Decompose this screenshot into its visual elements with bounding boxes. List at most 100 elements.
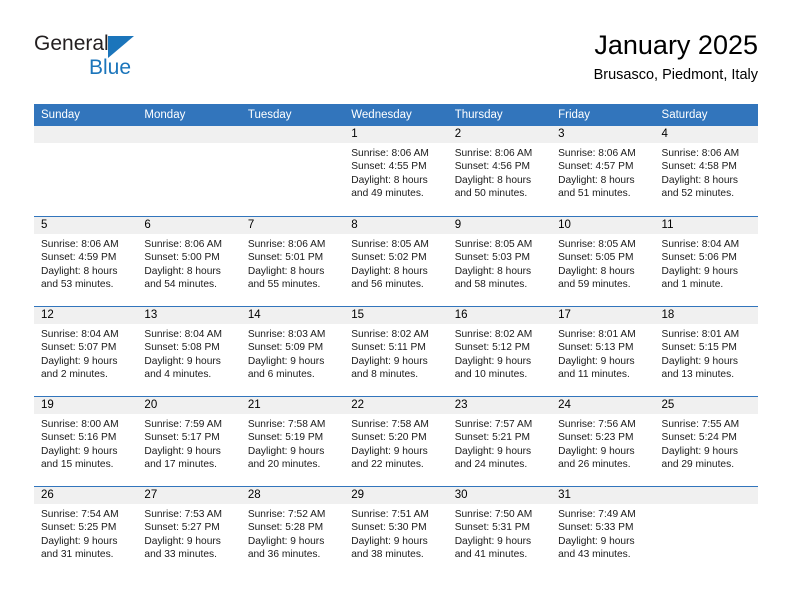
- sunset-text: Sunset: 5:08 PM: [144, 342, 220, 354]
- day-number: 12: [41, 309, 54, 321]
- daylight-text-line2: and 54 minutes.: [144, 279, 217, 291]
- sunset-text: Sunset: 5:07 PM: [41, 342, 117, 354]
- day-number: 18: [661, 309, 675, 321]
- daylight-text-line2: and 36 minutes.: [247, 549, 321, 561]
- sunrise-text: Sunrise: 7:56 AM: [558, 419, 636, 430]
- day-number: 15: [351, 309, 365, 321]
- day-cell[interactable]: 31 Sunrise: 7:49 AM Sunset: 5:33 PM Dayl…: [551, 487, 655, 576]
- day-cell: [240, 126, 345, 216]
- day-number: 28: [247, 489, 261, 501]
- day-cell[interactable]: 29 Sunrise: 7:51 AM Sunset: 5:30 PM Dayl…: [344, 487, 448, 576]
- daylight-text-line1: Daylight: 9 hours: [661, 265, 738, 277]
- weekday-header-tuesday: Tuesday: [247, 109, 292, 121]
- sunrise-text: Sunrise: 8:01 AM: [558, 329, 636, 340]
- daylight-text-line2: and 58 minutes.: [454, 279, 528, 291]
- week-row: 12 Sunrise: 8:04 AM Sunset: 5:07 PM Dayl…: [34, 306, 758, 396]
- day-details: Sunrise: 7:59 AM Sunset: 5:17 PM Dayligh…: [137, 414, 240, 472]
- weekday-header-thursday: Thursday: [454, 109, 503, 121]
- day-cell[interactable]: 11 Sunrise: 8:04 AM Sunset: 5:06 PM Dayl…: [654, 217, 758, 306]
- day-cell[interactable]: 21 Sunrise: 7:58 AM Sunset: 5:19 PM Dayl…: [240, 397, 345, 486]
- day-number-strip: 29: [344, 487, 448, 504]
- daylight-text-line1: Daylight: 9 hours: [351, 535, 428, 547]
- day-cell[interactable]: 26 Sunrise: 7:54 AM Sunset: 5:25 PM Dayl…: [34, 487, 138, 576]
- sunset-text: Sunset: 4:58 PM: [661, 161, 737, 173]
- day-cell[interactable]: 24 Sunrise: 7:56 AM Sunset: 5:23 PM Dayl…: [551, 397, 655, 486]
- day-number: 6: [144, 219, 151, 231]
- day-cell[interactable]: 22 Sunrise: 7:58 AM Sunset: 5:20 PM Dayl…: [344, 397, 448, 486]
- day-details: Sunrise: 7:58 AM Sunset: 5:20 PM Dayligh…: [344, 414, 447, 472]
- page-title: January 2025: [594, 30, 758, 60]
- sunset-text: Sunset: 5:30 PM: [351, 522, 427, 534]
- daylight-text-line1: Daylight: 8 hours: [454, 174, 532, 186]
- day-details: Sunrise: 7:51 AM Sunset: 5:30 PM Dayligh…: [344, 504, 447, 562]
- day-details: Sunrise: 8:06 AM Sunset: 4:59 PM Dayligh…: [34, 234, 137, 292]
- day-cell[interactable]: 25 Sunrise: 7:55 AM Sunset: 5:24 PM Dayl…: [654, 397, 758, 486]
- sunset-text: Sunset: 4:59 PM: [41, 252, 117, 264]
- day-cell[interactable]: 13 Sunrise: 8:04 AM Sunset: 5:08 PM Dayl…: [137, 307, 241, 396]
- sunrise-text: Sunrise: 7:59 AM: [144, 419, 223, 430]
- general-blue-logo[interactable]: General Blue: [34, 32, 154, 84]
- day-cell[interactable]: 16 Sunrise: 8:02 AM Sunset: 5:12 PM Dayl…: [447, 307, 552, 396]
- day-cell[interactable]: 3 Sunrise: 8:06 AM Sunset: 4:57 PM Dayli…: [551, 126, 655, 216]
- daylight-text-line1: Daylight: 9 hours: [144, 445, 221, 457]
- day-cell[interactable]: 6 Sunrise: 8:06 AM Sunset: 5:00 PM Dayli…: [137, 217, 241, 306]
- day-cell[interactable]: 28 Sunrise: 7:52 AM Sunset: 5:28 PM Dayl…: [240, 487, 345, 576]
- day-number-strip: 20: [137, 397, 241, 414]
- day-details: [137, 143, 240, 147]
- sunrise-text: Sunrise: 7:49 AM: [558, 509, 636, 520]
- sunrise-text: Sunrise: 8:03 AM: [247, 329, 326, 340]
- sunset-text: Sunset: 5:27 PM: [144, 522, 220, 534]
- day-number-strip: 16: [447, 307, 552, 324]
- sunset-text: Sunset: 5:33 PM: [558, 522, 634, 534]
- sunrise-text: Sunrise: 8:06 AM: [661, 148, 740, 159]
- day-cell[interactable]: 5 Sunrise: 8:06 AM Sunset: 4:59 PM Dayli…: [34, 217, 138, 306]
- day-cell[interactable]: 27 Sunrise: 7:53 AM Sunset: 5:27 PM Dayl…: [137, 487, 241, 576]
- day-number-strip: 22: [344, 397, 448, 414]
- day-cell[interactable]: 1 Sunrise: 8:06 AM Sunset: 4:55 PM Dayli…: [344, 126, 448, 216]
- sunrise-text: Sunrise: 7:58 AM: [247, 419, 326, 430]
- day-cell[interactable]: 7 Sunrise: 8:06 AM Sunset: 5:01 PM Dayli…: [240, 217, 345, 306]
- sunrise-text: Sunrise: 8:05 AM: [558, 239, 636, 250]
- day-cell[interactable]: 15 Sunrise: 8:02 AM Sunset: 5:11 PM Dayl…: [344, 307, 448, 396]
- day-details: Sunrise: 7:49 AM Sunset: 5:33 PM Dayligh…: [551, 504, 654, 562]
- day-cell[interactable]: 14 Sunrise: 8:03 AM Sunset: 5:09 PM Dayl…: [240, 307, 345, 396]
- day-cell[interactable]: 9 Sunrise: 8:05 AM Sunset: 5:03 PM Dayli…: [447, 217, 552, 306]
- sunrise-text: Sunrise: 8:05 AM: [351, 239, 429, 250]
- daylight-text-line2: and 8 minutes.: [351, 369, 419, 381]
- daylight-text-line2: and 29 minutes.: [661, 459, 735, 471]
- day-number: 5: [41, 219, 48, 231]
- day-number-strip: 11: [654, 217, 758, 234]
- day-number-strip: 10: [551, 217, 655, 234]
- day-number: 23: [454, 399, 468, 411]
- day-cell[interactable]: 8 Sunrise: 8:05 AM Sunset: 5:02 PM Dayli…: [344, 217, 448, 306]
- sunrise-text: Sunrise: 8:06 AM: [454, 148, 533, 159]
- daylight-text-line1: Daylight: 8 hours: [247, 265, 325, 277]
- day-cell[interactable]: 20 Sunrise: 7:59 AM Sunset: 5:17 PM Dayl…: [137, 397, 241, 486]
- daylight-text-line2: and 11 minutes.: [558, 369, 630, 381]
- day-cell[interactable]: 23 Sunrise: 7:57 AM Sunset: 5:21 PM Dayl…: [447, 397, 552, 486]
- day-cell[interactable]: 12 Sunrise: 8:04 AM Sunset: 5:07 PM Dayl…: [34, 307, 138, 396]
- day-cell[interactable]: 18 Sunrise: 8:01 AM Sunset: 5:15 PM Dayl…: [654, 307, 758, 396]
- day-details: Sunrise: 8:06 AM Sunset: 4:58 PM Dayligh…: [655, 143, 758, 201]
- daylight-text-line1: Daylight: 9 hours: [351, 355, 428, 367]
- day-number-strip: 5: [34, 217, 138, 234]
- day-number: 10: [558, 219, 571, 231]
- weekday-header-saturday: Saturday: [661, 109, 708, 121]
- day-details: Sunrise: 7:52 AM Sunset: 5:28 PM Dayligh…: [241, 504, 344, 562]
- day-cell[interactable]: 17 Sunrise: 8:01 AM Sunset: 5:13 PM Dayl…: [551, 307, 655, 396]
- daylight-text-line1: Daylight: 8 hours: [558, 174, 635, 186]
- daylight-text-line2: and 13 minutes.: [661, 369, 735, 381]
- day-cell[interactable]: 10 Sunrise: 8:05 AM Sunset: 5:05 PM Dayl…: [551, 217, 655, 306]
- day-number: 7: [247, 219, 255, 231]
- day-cell: [654, 487, 758, 576]
- day-cell[interactable]: 19 Sunrise: 8:00 AM Sunset: 5:16 PM Dayl…: [34, 397, 138, 486]
- week-row: 19 Sunrise: 8:00 AM Sunset: 5:16 PM Dayl…: [34, 396, 758, 486]
- day-cell[interactable]: 30 Sunrise: 7:50 AM Sunset: 5:31 PM Dayl…: [447, 487, 552, 576]
- sunrise-text: Sunrise: 8:06 AM: [144, 239, 223, 250]
- day-cell[interactable]: 2 Sunrise: 8:06 AM Sunset: 4:56 PM Dayli…: [447, 126, 552, 216]
- daylight-text-line2: and 20 minutes.: [247, 459, 321, 471]
- daylight-text-line2: and 15 minutes.: [41, 459, 114, 471]
- daylight-text-line2: and 6 minutes.: [247, 369, 315, 381]
- sunrise-text: Sunrise: 8:00 AM: [41, 419, 119, 430]
- day-cell[interactable]: 4 Sunrise: 8:06 AM Sunset: 4:58 PM Dayli…: [654, 126, 758, 216]
